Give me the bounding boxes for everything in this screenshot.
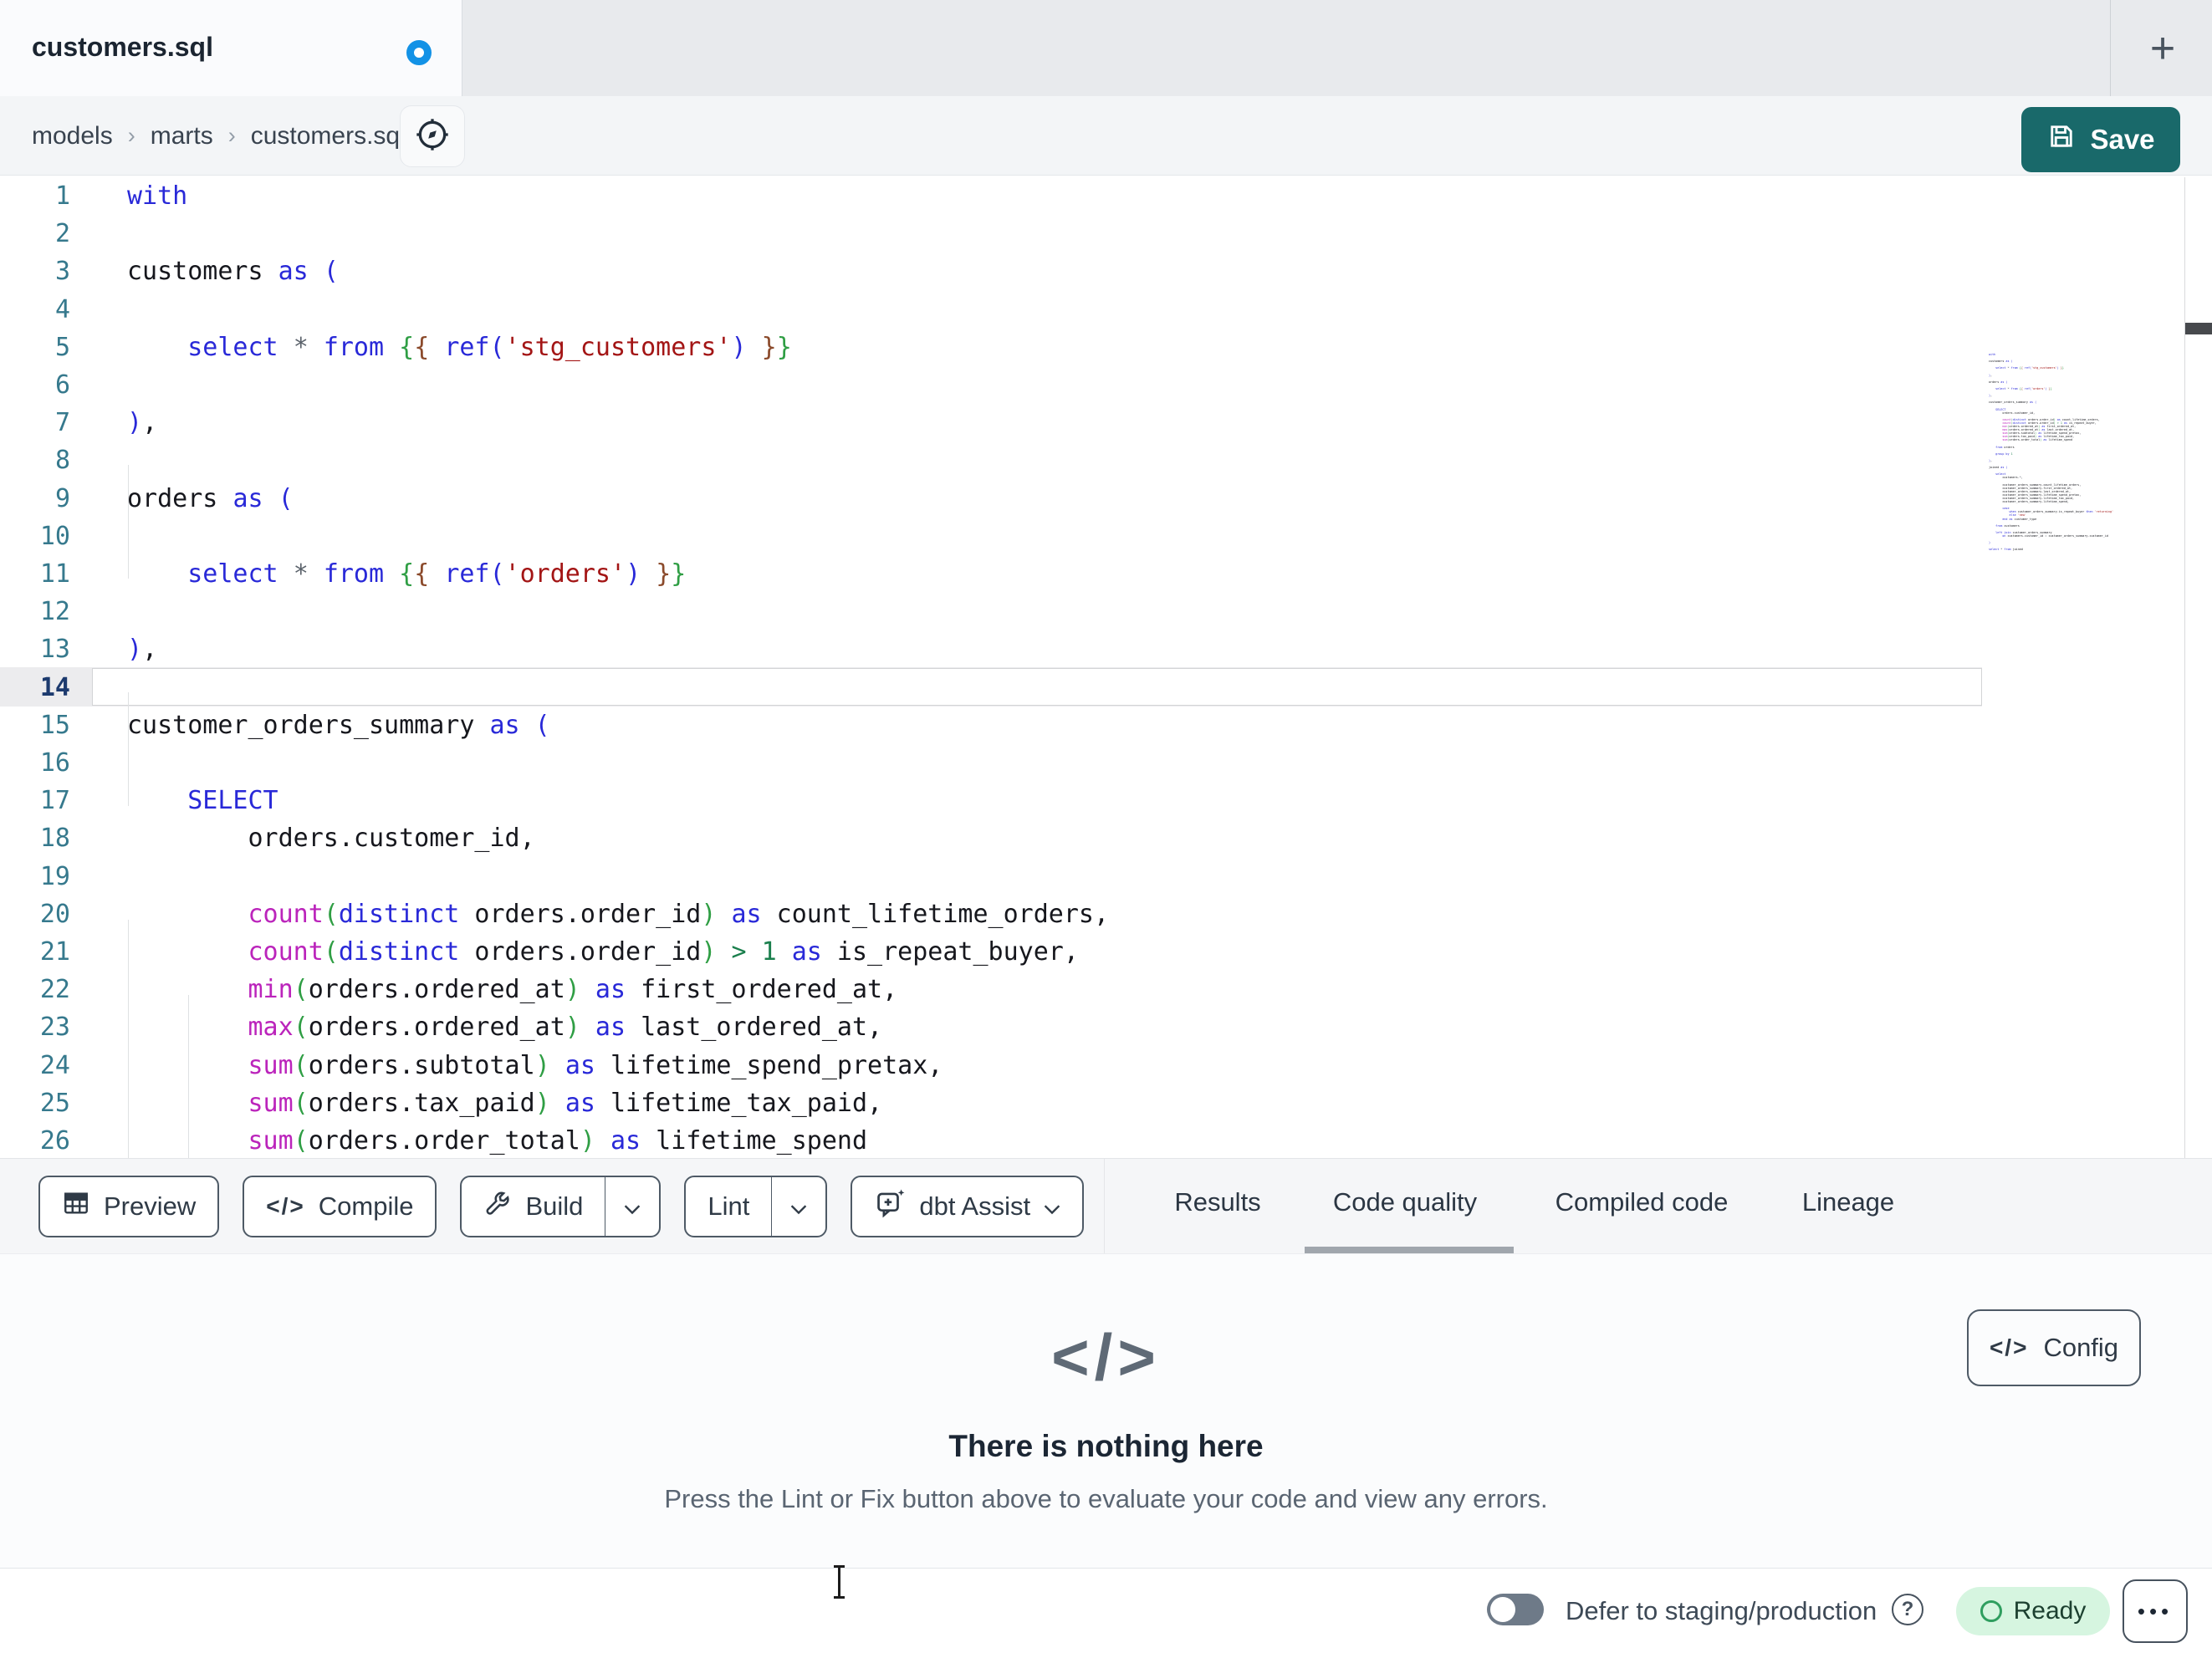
code-editor[interactable]: 1 2 3 4 5 6 7 8 9 10 11 12 13 14 15 16 17 18 19 20 21 22 23 24 2… xyxy=(0,176,2212,1158)
breadcrumb-item-marts[interactable]: marts xyxy=(151,122,213,151)
text-cursor-pointer xyxy=(831,1565,846,1599)
line-number: 12 xyxy=(39,597,70,627)
new-tab-button[interactable]: + xyxy=(2129,17,2196,80)
status-circle-icon xyxy=(1980,1600,2002,1622)
breadcrumb-item-file[interactable]: customers.sql xyxy=(251,122,406,151)
ready-status-label: Ready xyxy=(2013,1597,2087,1625)
ready-status-badge: Ready xyxy=(1956,1587,2110,1635)
breadcrumb-separator-icon: › xyxy=(227,123,236,148)
line-number: 15 xyxy=(39,710,70,740)
defer-toggle[interactable] xyxy=(1487,1594,1544,1625)
line-number: 17 xyxy=(39,786,70,816)
line-number: 22 xyxy=(39,975,70,1005)
help-icon[interactable]: ? xyxy=(1892,1594,1923,1625)
unsaved-changes-dot-icon xyxy=(406,40,432,65)
line-number: 5 xyxy=(54,332,70,362)
empty-state-title: There is nothing here xyxy=(948,1429,1264,1463)
line-number: 23 xyxy=(39,1013,70,1043)
line-number: 16 xyxy=(39,748,70,778)
editor-minimap[interactable]: with customers as ( select * from {{ ref… xyxy=(1989,353,2114,551)
code-brackets-icon: </> xyxy=(1051,1320,1161,1394)
breadcrumb-separator-icon: › xyxy=(127,123,135,148)
dbt-ide-window: customers.sql + models › marts › custome… xyxy=(0,0,2212,1653)
empty-state: </> There is nothing here Press the Lint… xyxy=(0,1254,2212,1514)
line-number: 19 xyxy=(39,861,70,891)
save-button-label: Save xyxy=(2090,124,2155,155)
line-number: 7 xyxy=(54,408,70,438)
line-number: 4 xyxy=(54,294,70,324)
results-tab-bar: Results Code quality Compiled code Linea… xyxy=(0,1159,2212,1253)
line-number: 6 xyxy=(54,370,70,400)
active-tab-underline xyxy=(1305,1247,1514,1253)
save-button[interactable]: Save xyxy=(2021,107,2180,172)
code-quality-panel: </> Config </> There is nothing here Pre… xyxy=(0,1254,2212,1568)
line-number: 25 xyxy=(39,1088,70,1118)
line-number: 26 xyxy=(39,1126,70,1156)
action-bar: Preview </> Compile Build Lint dbt Assis… xyxy=(0,1158,2212,1254)
breadcrumb-item-models[interactable]: models xyxy=(32,122,113,151)
line-number: 14 xyxy=(39,672,70,702)
compass-icon xyxy=(414,116,451,157)
tab-lineage[interactable]: Lineage xyxy=(1799,1187,1898,1217)
empty-state-description: Press the Lint or Fix button above to ev… xyxy=(664,1484,1548,1513)
tab-compiled-code[interactable]: Compiled code xyxy=(1551,1187,1732,1217)
line-number: 21 xyxy=(39,937,70,967)
line-number: 3 xyxy=(54,257,70,287)
defer-label: Defer to staging/production xyxy=(1566,1596,1877,1625)
tab-customers-sql[interactable]: customers.sql xyxy=(0,0,462,96)
line-number: 10 xyxy=(39,521,70,551)
line-number: 18 xyxy=(39,824,70,854)
line-number: 11 xyxy=(39,559,70,589)
line-number: 20 xyxy=(39,899,70,929)
line-number-gutter: 1 2 3 4 5 6 7 8 9 10 11 12 13 14 15 16 17 18 19 20 21 22 23 24 2… xyxy=(0,177,70,1160)
breadcrumb-row: models › marts › customers.sql Save xyxy=(0,96,2212,176)
status-bar: Defer to staging/production ? Ready ••• xyxy=(0,1568,2212,1653)
line-number: 24 xyxy=(39,1050,70,1080)
editor-tab-bar: customers.sql + xyxy=(0,0,2212,96)
line-number: 13 xyxy=(39,635,70,665)
tab-code-quality[interactable]: Code quality xyxy=(1315,1187,1494,1217)
line-number: 8 xyxy=(54,446,70,476)
line-number: 1 xyxy=(54,181,70,211)
line-number: 2 xyxy=(54,219,70,249)
tabbar-divider xyxy=(2110,0,2111,96)
line-number: 9 xyxy=(54,483,70,513)
code-content[interactable]: with customers as ( select * from {{ ref… xyxy=(127,177,1109,1160)
save-floppy-icon xyxy=(2046,121,2077,158)
breadcrumb: models › marts › customers.sql xyxy=(32,96,406,176)
toggle-knob xyxy=(1490,1597,1515,1622)
navigate-button[interactable] xyxy=(400,105,465,167)
more-options-button[interactable]: ••• xyxy=(2123,1579,2188,1643)
tab-title: customers.sql xyxy=(32,32,213,62)
tab-results[interactable]: Results xyxy=(1164,1187,1271,1217)
editor-scrollbar-thumb[interactable] xyxy=(2185,323,2212,334)
